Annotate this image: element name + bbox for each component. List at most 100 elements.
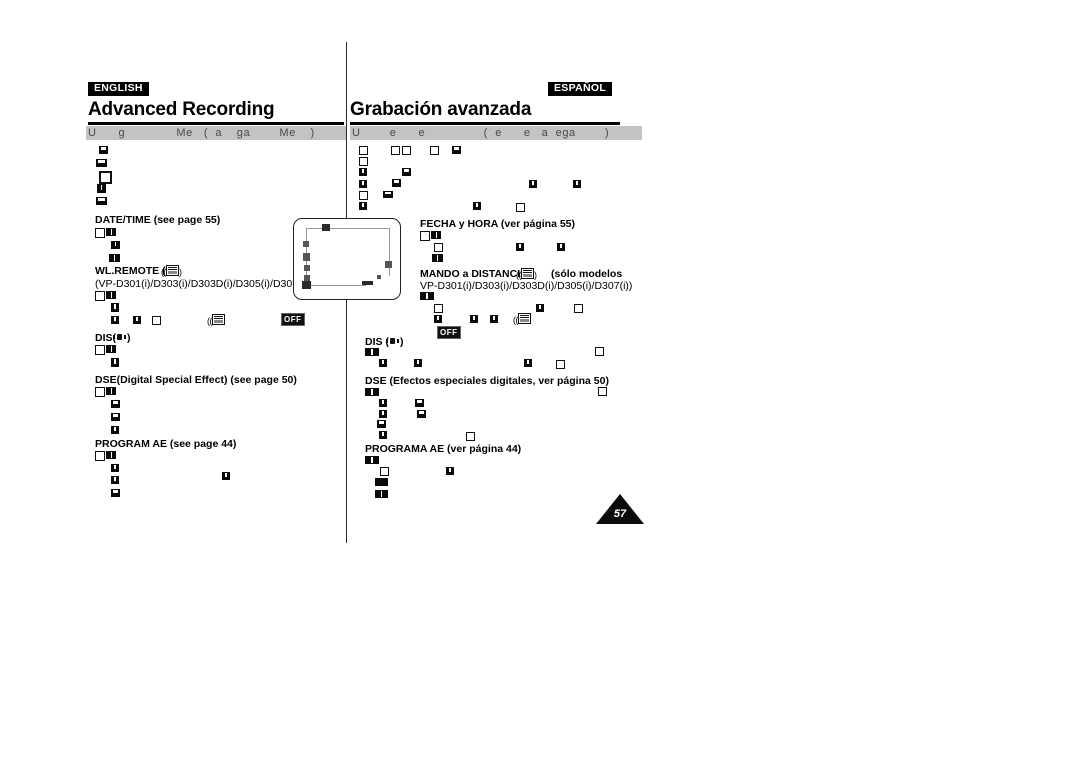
glyph-artifact	[365, 456, 379, 464]
remote-control-icon: ((	[513, 313, 531, 325]
title-rule-english	[88, 122, 344, 125]
glyph-artifact	[359, 191, 368, 200]
glyph-artifact	[359, 202, 367, 210]
glyph-artifact	[133, 316, 141, 324]
glyph-artifact	[359, 180, 367, 188]
glyph-artifact	[402, 146, 411, 155]
glyph-artifact	[106, 228, 116, 236]
section-heading-fecha-hora: FECHA y HORA (ver página 55)	[420, 218, 576, 230]
glyph-artifact	[415, 399, 424, 407]
glyph-artifact	[430, 146, 439, 155]
glyph-artifact	[359, 168, 367, 176]
lcd-osd-diagram	[293, 218, 401, 300]
glyph-artifact	[392, 179, 401, 187]
checkbox-glyph	[95, 451, 105, 461]
glyph-artifact	[106, 451, 116, 459]
glyph-artifact	[377, 420, 386, 428]
glyph-artifact	[106, 291, 116, 299]
glyph-artifact	[111, 426, 119, 434]
glyph-artifact	[359, 157, 368, 166]
glyph-artifact	[598, 387, 607, 396]
glyph-artifact	[490, 315, 498, 323]
glyph-artifact	[383, 191, 393, 198]
remote-control-icon: (()	[516, 268, 537, 280]
glyph-artifact	[96, 159, 107, 167]
glyph-artifact	[111, 303, 119, 312]
language-badge-english: ENGLISH	[88, 82, 149, 96]
checkbox-glyph	[95, 291, 105, 301]
glyph-artifact	[111, 489, 120, 497]
glyph-artifact	[109, 254, 120, 262]
glyph-artifact	[379, 359, 387, 367]
digital-image-stabilizer-icon	[386, 336, 399, 346]
checkbox-glyph	[420, 231, 430, 241]
section-heading-date-time: DATE/TIME (see page 55)	[95, 214, 221, 226]
section-heading-program-ae-english: PROGRAM AE (see page 44)	[95, 438, 237, 450]
glyph-artifact	[417, 410, 426, 418]
glyph-artifact	[432, 254, 443, 262]
glyph-artifact	[466, 432, 475, 441]
glyph-artifact	[524, 359, 532, 367]
glyph-artifact	[536, 304, 544, 312]
glyph-artifact	[434, 304, 443, 313]
glyph-artifact	[446, 467, 454, 475]
off-badge-spanish: OFF	[437, 326, 461, 339]
glyph-artifact	[106, 387, 116, 395]
language-badge-spanish: ESPAÑOL	[548, 82, 613, 96]
glyph-artifact	[359, 146, 368, 155]
glyph-artifact	[365, 348, 379, 356]
glyph-artifact	[556, 360, 565, 369]
glyph-artifact	[97, 184, 106, 193]
checkbox-glyph	[95, 345, 105, 355]
glyph-artifact	[379, 399, 387, 407]
manual-page: ENGLISH Advanced Recording U g Me ( a ga…	[0, 0, 1080, 763]
glyph-artifact	[380, 467, 389, 476]
off-badge-english: OFF	[281, 313, 305, 326]
paren-close: )	[127, 332, 131, 344]
glyph-artifact	[379, 410, 387, 418]
glyph-artifact	[152, 316, 161, 325]
glyph-artifact	[473, 202, 481, 210]
glyph-artifact	[99, 171, 112, 184]
glyph-artifact	[470, 315, 478, 323]
model-note-spanish-prefix: (sólo modelos	[551, 268, 623, 280]
glyph-artifact	[111, 316, 119, 324]
glyph-artifact	[391, 146, 400, 155]
section-subtitle-spanish: U e e ( e e a ega )	[350, 126, 642, 140]
glyph-artifact	[375, 478, 388, 486]
page-title-spanish: Grabación avanzada	[350, 99, 532, 120]
digital-image-stabilizer-icon	[113, 332, 126, 342]
glyph-artifact	[420, 292, 434, 300]
paren-close: )	[400, 336, 404, 348]
section-heading-wl-remote: WL.REMOTE (	[95, 265, 166, 277]
remote-control-icon: ((	[207, 314, 225, 326]
glyph-artifact	[557, 243, 565, 251]
glyph-artifact	[111, 476, 119, 484]
glyph-artifact	[573, 180, 581, 188]
glyph-artifact	[402, 168, 411, 176]
glyph-artifact	[434, 243, 443, 252]
glyph-artifact	[111, 464, 119, 472]
glyph-artifact	[106, 345, 116, 353]
glyph-artifact	[111, 400, 120, 408]
model-note-spanish: VP-D301(i)/D303(i)/D303D(i)/D305(i)/D307…	[420, 280, 633, 292]
checkbox-glyph	[95, 228, 105, 238]
title-rule-spanish	[350, 122, 620, 125]
glyph-artifact	[375, 490, 388, 498]
glyph-artifact	[111, 413, 120, 421]
glyph-artifact	[111, 358, 119, 367]
page-number: 57	[613, 508, 627, 520]
glyph-artifact	[434, 315, 442, 323]
glyph-artifact	[414, 359, 422, 367]
remote-control-icon: (()	[161, 265, 182, 277]
glyph-artifact	[222, 472, 230, 480]
section-heading-dse-english: DSE(Digital Special Effect) (see page 50…	[95, 374, 297, 386]
glyph-artifact	[431, 231, 441, 239]
glyph-artifact	[96, 197, 107, 205]
glyph-artifact	[99, 146, 108, 154]
section-heading-programa-ae: PROGRAMA AE (ver página 44)	[365, 443, 522, 455]
glyph-artifact	[529, 180, 537, 188]
glyph-artifact	[452, 146, 461, 154]
checkbox-glyph	[95, 387, 105, 397]
glyph-artifact	[111, 241, 120, 249]
